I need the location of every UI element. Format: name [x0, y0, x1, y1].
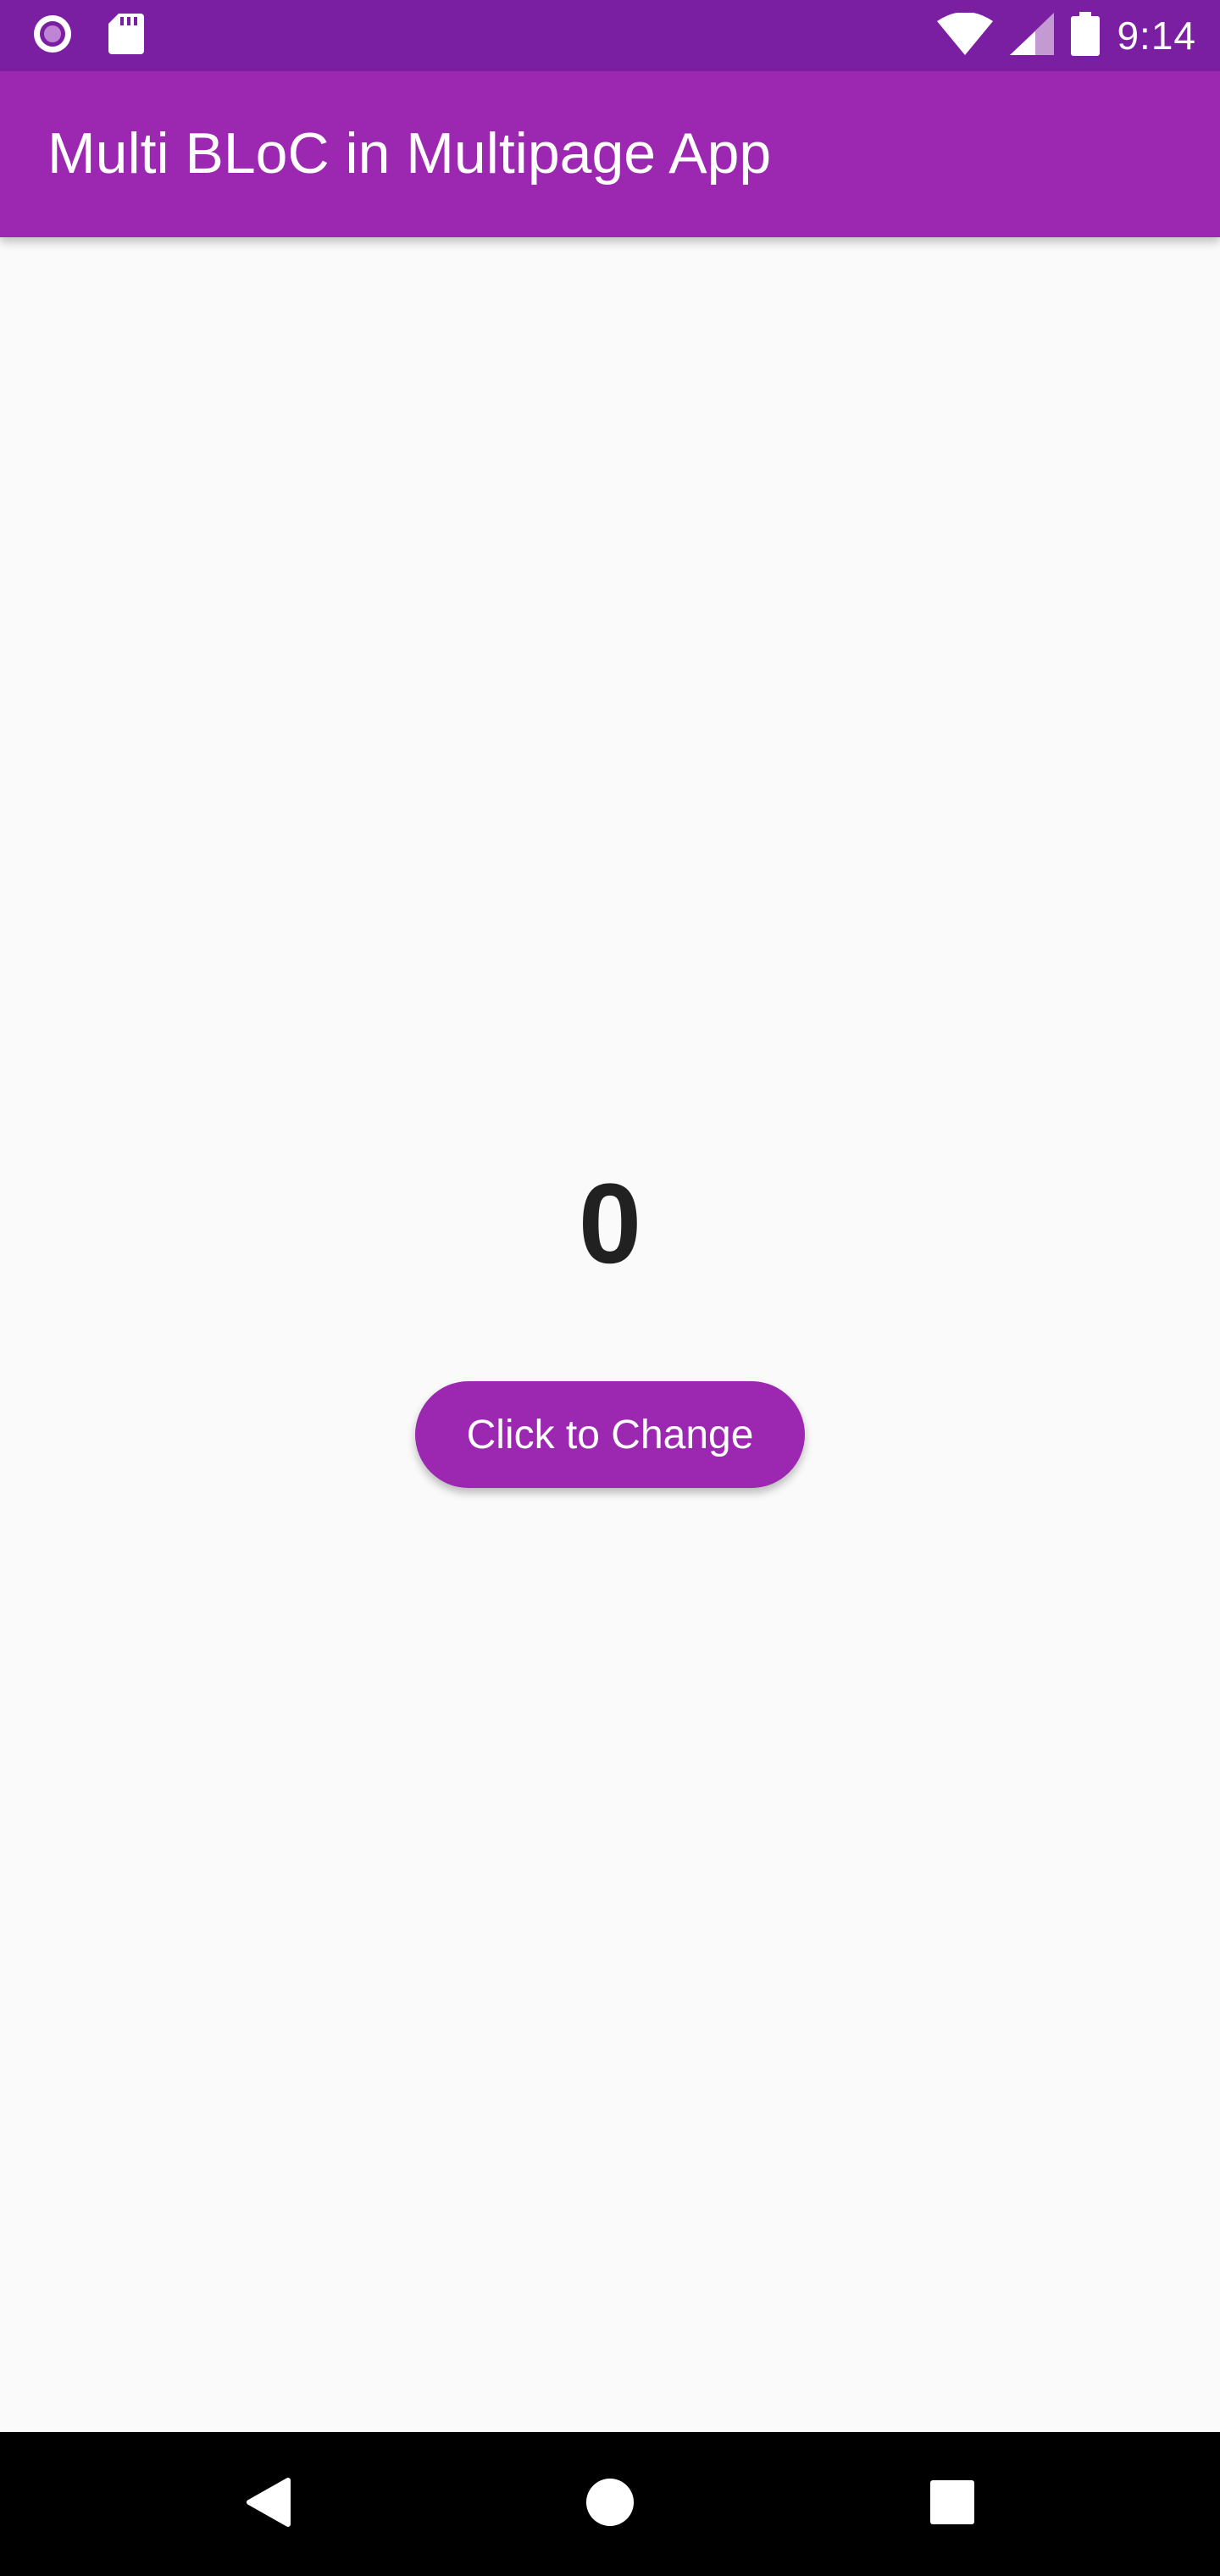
home-icon	[585, 2478, 635, 2531]
home-button[interactable]	[576, 2470, 644, 2538]
click-to-change-button[interactable]: Click to Change	[415, 1381, 805, 1488]
wifi-icon	[937, 11, 994, 59]
counter-value: 0	[578, 1161, 642, 1287]
status-bar: 9:14	[0, 0, 1220, 71]
app-bar: Multi BLoC in Multipage App	[0, 71, 1220, 237]
status-left-icons	[30, 12, 144, 60]
notification-record-icon	[30, 12, 75, 60]
main-content: 0 Click to Change	[0, 237, 1220, 2432]
status-right-icons: 9:14	[937, 11, 1196, 60]
back-button[interactable]	[234, 2470, 302, 2538]
recents-icon	[929, 2479, 975, 2529]
status-time: 9:14	[1117, 14, 1196, 58]
battery-icon	[1071, 11, 1101, 60]
sd-card-icon	[108, 13, 144, 58]
back-icon	[244, 2477, 291, 2532]
signal-icon	[1010, 12, 1055, 59]
recents-button[interactable]	[918, 2470, 986, 2538]
page-title: Multi BLoC in Multipage App	[47, 121, 772, 186]
navigation-bar	[0, 2432, 1220, 2576]
